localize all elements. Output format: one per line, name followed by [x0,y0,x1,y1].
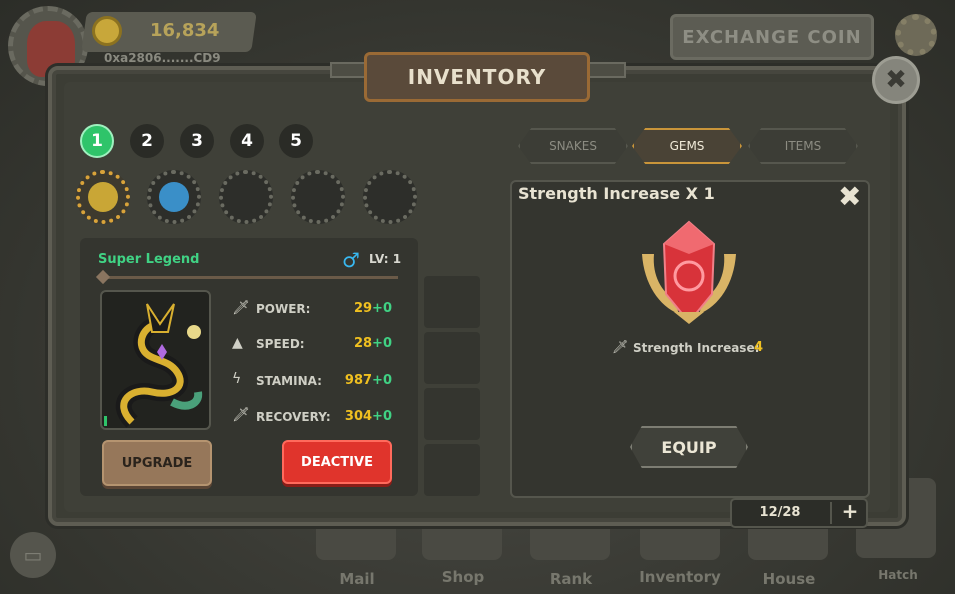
snake-slot-2[interactable] [147,170,201,224]
energy-bar [104,416,107,426]
nav-label-house: House [762,570,816,588]
item-slot[interactable] [424,388,480,440]
title-wing-right [586,62,626,78]
team-tab-3[interactable]: 3 [180,124,214,158]
gear-icon[interactable] [895,14,937,56]
gem-effect-value: 4 [754,340,764,355]
divider [98,276,398,279]
deactive-button[interactable]: DEACTIVE [282,440,392,484]
stat-speed-label: SPEED: [256,337,305,351]
equip-button[interactable]: EQUIP [630,426,748,468]
stat-speed-value: 28+0 [353,336,392,351]
tab-gems[interactable]: GEMS [632,128,742,164]
item-slot[interactable] [424,276,480,328]
red-gem-icon [642,220,736,324]
gem-title: Strength Increase X 1 [518,184,715,203]
snake-level: LV: 1 [369,252,402,266]
snake-slot-1[interactable] [76,170,130,224]
add-capacity-button[interactable]: + [838,499,862,523]
stat-stamina-value: 987+0 [344,373,392,388]
gold-snake-icon [88,182,118,212]
stat-power-label: POWER: [256,302,311,316]
lightning-icon: ϟ [232,371,242,387]
upgrade-button[interactable]: UPGRADE [102,440,212,486]
sword-icon: 🗡 [232,407,250,423]
nav-label-inventory: Inventory [639,568,721,586]
nav-label-rank: Rank [549,570,593,588]
nav-label-mail: Mail [339,570,375,588]
snake-portrait [100,290,211,430]
close-icon[interactable]: ✖ [838,180,861,213]
snake-slot-4[interactable] [291,170,345,224]
team-tab-2[interactable]: 2 [130,124,164,158]
tab-snakes[interactable]: SNAKES [518,128,628,164]
blue-snake-icon [159,182,189,212]
capacity-count: 12/28 [759,505,801,520]
snake-slot-5[interactable] [363,170,417,224]
close-icon[interactable]: ✖ [872,56,920,104]
rocket-icon: ▲ [232,335,243,351]
coin-icon [92,16,122,46]
chat-icon[interactable]: ▭ [10,532,56,578]
snake-rarity: Super Legend [98,252,200,267]
team-tab-4[interactable]: 4 [230,124,264,158]
team-tab-5[interactable]: 5 [279,124,313,158]
nav-label-shop: Shop [441,568,485,586]
stat-recovery-value: 304+0 [344,409,392,424]
sword-icon: 🗡 [612,340,629,355]
wallet-address[interactable]: 0xa2806.......CD9 [104,51,221,65]
coin-balance: 16,834 [150,20,220,41]
team-tab-1[interactable]: 1 [80,124,114,158]
male-gender-icon: ♂ [342,248,360,272]
stat-recovery-label: RECOVERY: [256,410,331,424]
stat-power-value: 29+0 [353,301,392,316]
counter-divider [830,502,832,524]
inventory-title: INVENTORY [364,52,590,102]
tab-items[interactable]: ITEMS [748,128,858,164]
item-slot[interactable] [424,444,480,496]
gem-effect-label: Strength Increase: [633,341,760,355]
nav-label-hatch: Hatch [878,568,918,582]
snake-slot-3[interactable] [219,170,273,224]
item-slot[interactable] [424,332,480,384]
exchange-coin-button[interactable]: EXCHANGE COIN [670,14,874,60]
gold-snake-icon [115,303,203,428]
sword-icon: 🗡 [232,300,250,316]
stat-stamina-label: STAMINA: [256,374,322,388]
